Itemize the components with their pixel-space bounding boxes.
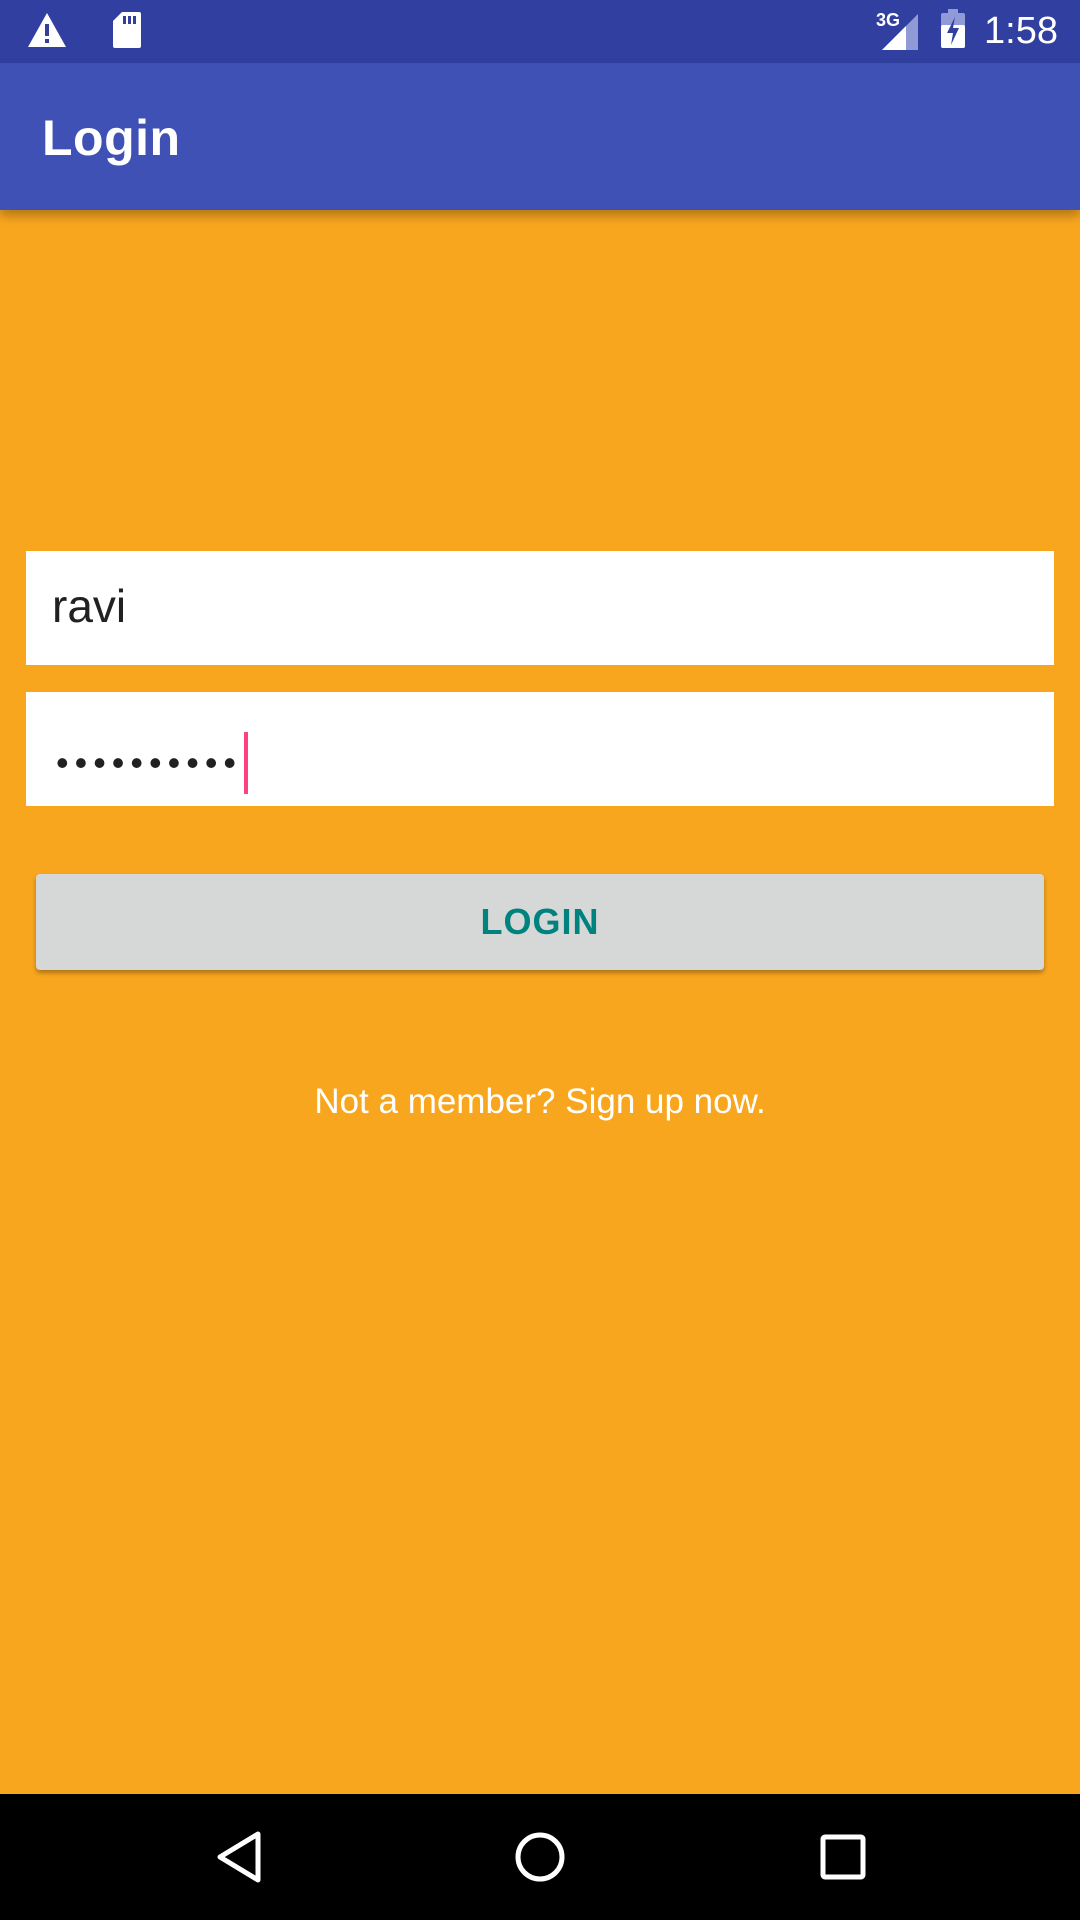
home-button[interactable] — [507, 1824, 573, 1890]
app-bar: Login — [0, 63, 1080, 210]
password-value: •••••••••• — [56, 732, 249, 794]
text-cursor — [244, 732, 249, 794]
back-icon — [217, 1831, 261, 1883]
home-icon — [515, 1832, 565, 1882]
username-field[interactable]: ravi — [26, 551, 1054, 665]
signal-icon: 3G — [876, 10, 920, 52]
status-left-icons — [26, 10, 142, 54]
recents-icon — [820, 1834, 866, 1880]
login-screen: 3G 1:58 Login ravi •••••••••• LOGIN Not … — [0, 0, 1080, 1920]
back-button[interactable] — [206, 1824, 272, 1890]
sd-card-icon — [112, 11, 142, 54]
status-bar: 3G 1:58 — [0, 0, 1080, 63]
status-right-icons: 3G 1:58 — [876, 0, 1058, 63]
recents-button[interactable] — [810, 1824, 876, 1890]
login-button[interactable]: LOGIN — [36, 874, 1044, 970]
warning-icon — [26, 11, 68, 54]
page-title: Login — [42, 110, 181, 166]
password-field[interactable]: •••••••••• — [26, 692, 1054, 806]
username-value: ravi — [52, 580, 127, 632]
password-mask: •••••••••• — [56, 742, 243, 783]
status-time: 1:58 — [984, 10, 1058, 52]
signup-link[interactable]: Not a member? Sign up now. — [0, 1082, 1080, 1122]
battery-charging-icon — [940, 9, 966, 54]
navigation-bar — [0, 1794, 1080, 1920]
